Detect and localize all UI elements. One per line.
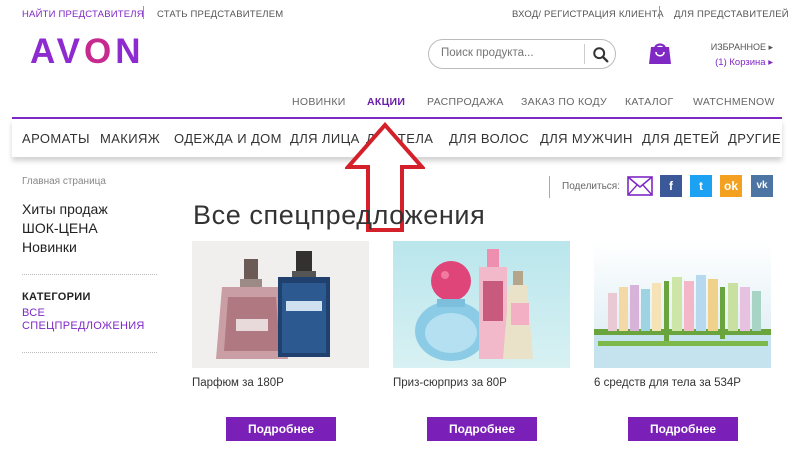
subnav-item-catalog[interactable]: КАТАЛОГ bbox=[625, 96, 673, 108]
details-button-surprise[interactable]: Подробнее bbox=[427, 417, 537, 441]
details-button-body-products[interactable]: Подробнее bbox=[628, 417, 738, 441]
subnav-item-order-by-code[interactable]: ЗАКАЗ ПО КОДУ bbox=[521, 96, 607, 108]
logo-text-av: AV bbox=[30, 32, 85, 71]
logo-text-n: N bbox=[115, 32, 145, 71]
twitter-icon[interactable]: t bbox=[690, 175, 712, 197]
category-makeup[interactable]: МАКИЯЖ bbox=[100, 131, 160, 146]
offer-title-perfume[interactable]: Парфюм за 180Р bbox=[192, 377, 284, 389]
page-title: Все спецпредложения bbox=[193, 200, 486, 230]
surprise-products-illustration bbox=[415, 249, 533, 361]
utility-bar: НАЙТИ ПРЕДСТАВИТЕЛЯ СТАТЬ ПРЕДСТАВИТЕЛЕМ… bbox=[0, 0, 800, 28]
facebook-icon[interactable]: f bbox=[660, 175, 682, 197]
subnav-item-new[interactable]: НОВИНКИ bbox=[292, 96, 346, 108]
all-offers-link[interactable]: ВСЕ СПЕЦПРЕДЛОЖЕНИЯ bbox=[22, 307, 145, 333]
become-representative-link[interactable]: СТАТЬ ПРЕДСТАВИТЕЛЕМ bbox=[157, 9, 283, 20]
mail-icon[interactable] bbox=[627, 176, 653, 196]
avon-logo[interactable]: AVON bbox=[30, 32, 145, 72]
sidebar-item-new[interactable]: Новинки bbox=[22, 238, 108, 257]
share-divider bbox=[549, 176, 550, 198]
all-offers-link-line1: ВСЕ bbox=[22, 307, 46, 319]
category-hair[interactable]: ДЛЯ ВОЛОС bbox=[449, 131, 529, 146]
category-other[interactable]: ДРУГИЕ bbox=[728, 131, 781, 146]
logo-text-o: O bbox=[84, 32, 116, 71]
account-links: ИЗБРАННОЕ ▸ (1) Корзина ▸ bbox=[690, 40, 773, 70]
offer-image-perfume[interactable] bbox=[192, 241, 369, 368]
cart-link[interactable]: (1) Корзина ▸ bbox=[690, 55, 773, 70]
divider bbox=[143, 6, 144, 19]
category-fragrances[interactable]: АРОМАТЫ bbox=[22, 131, 90, 146]
sidebar-divider bbox=[22, 274, 157, 275]
search-divider bbox=[584, 44, 585, 64]
search-input[interactable] bbox=[441, 47, 581, 59]
details-button-perfume[interactable]: Подробнее bbox=[226, 417, 336, 441]
vk-icon[interactable]: vk bbox=[751, 175, 773, 197]
offer-image-surprise[interactable] bbox=[393, 241, 570, 368]
perfume-bottles-illustration bbox=[216, 251, 330, 359]
shopping-bag-icon[interactable] bbox=[646, 39, 674, 65]
odnoklassniki-icon[interactable]: ok bbox=[720, 175, 742, 197]
all-offers-link-line2: СПЕЦПРЕДЛОЖЕНИЯ bbox=[22, 320, 145, 332]
offer-title-surprise[interactable]: Приз-сюрприз за 80Р bbox=[393, 377, 507, 389]
category-clothing-home[interactable]: ОДЕЖДА И ДОМ bbox=[174, 131, 282, 146]
offer-title-body-products[interactable]: 6 средств для тела за 534Р bbox=[594, 377, 741, 389]
favorites-link[interactable]: ИЗБРАННОЕ ▸ bbox=[690, 40, 773, 55]
category-men[interactable]: ДЛЯ МУЖЧИН bbox=[540, 131, 633, 146]
sidebar-item-shock-price[interactable]: ШОК-ЦЕНА bbox=[22, 219, 108, 238]
breadcrumb[interactable]: Главная страница bbox=[22, 176, 106, 187]
sidebar-divider bbox=[22, 352, 157, 353]
share-label: Поделиться: bbox=[562, 181, 620, 192]
search-box bbox=[428, 39, 616, 69]
secondary-nav: НОВИНКИ АКЦИИ РАСПРОДАЖА ЗАКАЗ ПО КОДУ К… bbox=[0, 96, 800, 112]
sidebar-links: Хиты продаж ШОК-ЦЕНА Новинки bbox=[22, 200, 108, 257]
for-representatives-link[interactable]: ДЛЯ ПРЕДСТАВИТЕЛЕЙ bbox=[674, 9, 789, 20]
find-representative-link[interactable]: НАЙТИ ПРЕДСТАВИТЕЛЯ bbox=[22, 9, 144, 20]
subnav-item-promotions[interactable]: АКЦИИ bbox=[367, 96, 405, 108]
body-products-illustration bbox=[594, 275, 771, 368]
sidebar-item-bestsellers[interactable]: Хиты продаж bbox=[22, 200, 108, 219]
offer-image-body-products[interactable] bbox=[594, 241, 771, 368]
login-register-link[interactable]: ВХОД/ РЕГИСТРАЦИЯ КЛИЕНТА bbox=[512, 9, 664, 20]
categories-heading: КАТЕГОРИИ bbox=[22, 291, 91, 303]
subnav-item-watchmenow[interactable]: WATCHMENOW bbox=[693, 96, 775, 108]
search-icon[interactable] bbox=[592, 46, 610, 64]
divider bbox=[659, 6, 660, 19]
subnav-item-sale[interactable]: РАСПРОДАЖА bbox=[427, 96, 504, 108]
category-kids[interactable]: ДЛЯ ДЕТЕЙ bbox=[642, 131, 719, 146]
